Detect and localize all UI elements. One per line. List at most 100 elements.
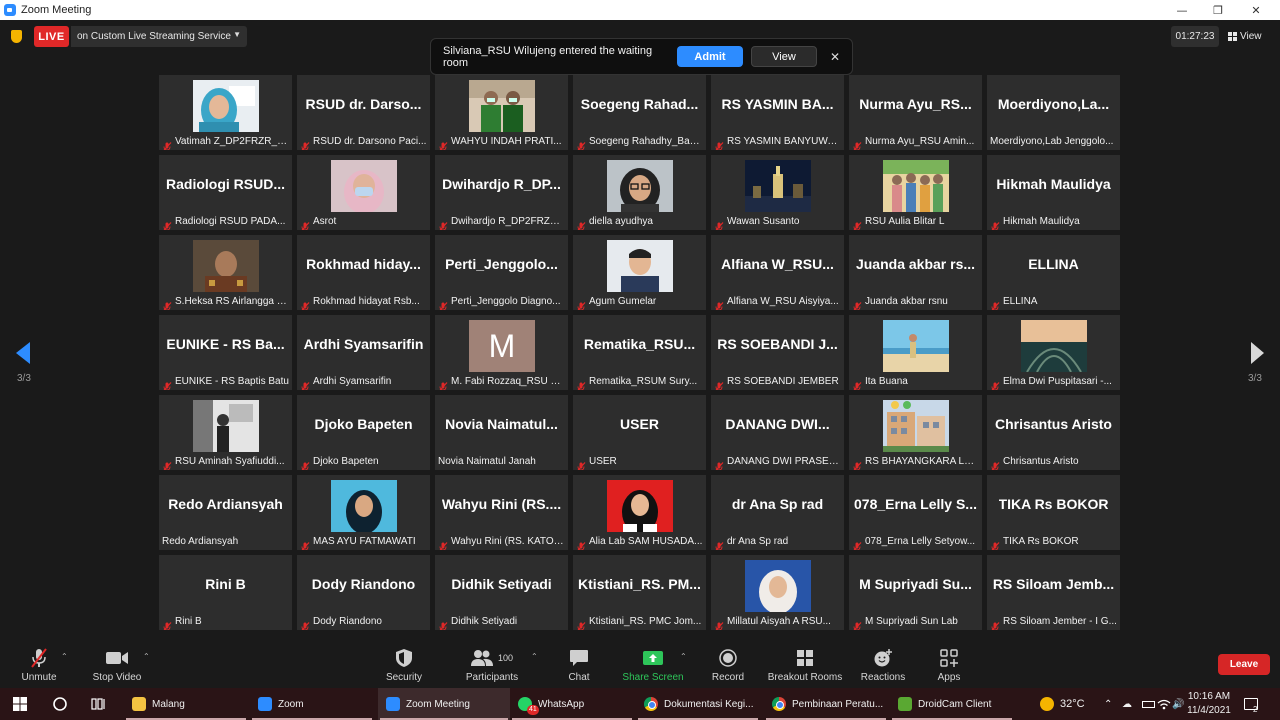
participant-tile[interactable]: RSU Aulia Blitar L <box>849 155 982 230</box>
reactions-button[interactable]: Reactions <box>858 640 908 688</box>
tray-chevron-icon[interactable]: ⌃ <box>1104 688 1112 720</box>
live-service-dropdown[interactable]: on Custom Live Streaming Service ▼ <box>71 26 247 47</box>
participant-display-name-text: Rokhmad hiday... <box>306 255 421 272</box>
participant-tile[interactable]: Rini B Rini B <box>159 555 292 630</box>
participant-tile[interactable]: Radiologi RSUD... Radiologi RSUD PADA... <box>159 155 292 230</box>
participant-tile[interactable]: TIKA Rs BOKOR TIKA Rs BOKOR <box>987 475 1120 550</box>
participant-tile[interactable]: Alia Lab SAM HUSADA... <box>573 475 706 550</box>
previous-page-arrow-icon[interactable] <box>16 342 30 364</box>
shield-icon[interactable] <box>11 30 22 43</box>
search-button[interactable] <box>44 688 76 720</box>
participant-tile[interactable]: Rematika_RSU... Rematika_RSUM Sury... <box>573 315 706 390</box>
taskbar-app[interactable]: 41 WhatsApp <box>510 688 634 720</box>
participant-tile[interactable]: MAS AYU FATMAWATI <box>297 475 430 550</box>
participant-tile[interactable]: Wahyu Rini (RS.... Wahyu Rini (RS. KATOL.… <box>435 475 568 550</box>
cloud-icon[interactable]: ☁ <box>1122 688 1132 720</box>
view-waiting-room-button[interactable]: View <box>751 46 817 67</box>
participant-tile[interactable]: EUNIKE - RS Ba... EUNIKE - RS Baptis Batu <box>159 315 292 390</box>
participant-tile[interactable]: M M. Fabi Rozzaq_RSU U... <box>435 315 568 390</box>
participant-tile[interactable]: Dwihardjo R_DP... Dwihardjo R_DP2FRZR... <box>435 155 568 230</box>
participant-tile[interactable]: DANANG DWI... DANANG DWI PRASET... <box>711 395 844 470</box>
start-button[interactable] <box>0 688 40 720</box>
waiting-room-text: Silviana_RSU Wilujeng entered the waitin… <box>443 44 653 69</box>
participant-tile[interactable]: 078_Erna Lelly S... 078_Erna Lelly Setyow… <box>849 475 982 550</box>
apps-button[interactable]: Apps <box>932 640 966 688</box>
muted-mic-icon <box>162 457 172 470</box>
participant-tile[interactable]: USER USER <box>573 395 706 470</box>
participant-tile[interactable]: Soegeng Rahad... Soegeng Rahadhy_Bap... <box>573 75 706 150</box>
participant-tile[interactable]: Asrot <box>297 155 430 230</box>
participant-tile[interactable]: Elma Dwi Puspitasari -... <box>987 315 1120 390</box>
participant-tile[interactable]: Perti_Jenggolo... Perti_Jenggolo Diagno..… <box>435 235 568 310</box>
participant-tile[interactable]: Hikmah Maulidya Hikmah Maulidya <box>987 155 1120 230</box>
security-label: Security <box>385 672 423 683</box>
unmute-button[interactable]: Unmute <box>14 640 64 688</box>
participant-tile[interactable]: RSUD dr. Darso... RSUD dr. Darsono Paci..… <box>297 75 430 150</box>
participants-options-caret-icon[interactable]: ⌃ <box>531 652 538 661</box>
battery-icon[interactable] <box>1142 688 1155 720</box>
participant-tile[interactable]: RS SOEBANDI J... RS SOEBANDI JEMBER <box>711 315 844 390</box>
leave-button[interactable]: Leave <box>1218 654 1270 675</box>
participant-tile[interactable]: WAHYU INDAH PRATI... <box>435 75 568 150</box>
taskbar-app[interactable]: Pembinaan Peratu... <box>764 688 888 720</box>
taskbar-app[interactable]: DroidCam Client <box>890 688 1014 720</box>
participant-tile[interactable]: Chrisantus Aristo Chrisantus Aristo <box>987 395 1120 470</box>
notification-center-button[interactable]: 2 <box>1244 688 1258 720</box>
participant-tile[interactable]: Rokhmad hiday... Rokhmad hidayat Rsb... <box>297 235 430 310</box>
minimize-button[interactable]: — <box>1164 0 1200 20</box>
participant-tile[interactable]: dr Ana Sp rad dr Ana Sp rad <box>711 475 844 550</box>
participant-tile[interactable]: Nurma Ayu_RS... Nurma Ayu_RSU Amin... <box>849 75 982 150</box>
participant-tile[interactable]: diella ayudhya <box>573 155 706 230</box>
taskbar-app[interactable]: Dokumentasi Kegi... <box>636 688 760 720</box>
participant-name-label: Alia Lab SAM HUSADA... <box>589 536 703 547</box>
chat-button[interactable]: Chat <box>560 640 598 688</box>
participant-tile[interactable]: RS BHAYANGKARA LU... <box>849 395 982 470</box>
admit-button[interactable]: Admit <box>677 46 743 67</box>
breakout-rooms-button[interactable]: Breakout Rooms <box>766 640 844 688</box>
participant-tile[interactable]: RS Siloam Jemb... RS Siloam Jember - I G.… <box>987 555 1120 630</box>
participant-tile[interactable]: Ardhi Syamsarifin Ardhi Syamsarifin <box>297 315 430 390</box>
taskbar-app[interactable]: Zoom Meeting <box>378 688 510 720</box>
participant-tile[interactable]: Millatul Aisyah A RSU... <box>711 555 844 630</box>
participant-tile[interactable]: M Supriyadi Su... M Supriyadi Sun Lab <box>849 555 982 630</box>
taskbar-clock[interactable]: 10:16 AM 11/4/2021 <box>1182 690 1236 718</box>
audio-options-caret-icon[interactable]: ⌃ <box>61 652 68 661</box>
task-view-button[interactable] <box>82 688 116 720</box>
participant-tile[interactable]: Agum Gumelar <box>573 235 706 310</box>
participant-tile[interactable]: Dody Riandono Dody Riandono <box>297 555 430 630</box>
view-button[interactable]: View <box>1228 26 1274 47</box>
participant-tile[interactable]: RS YASMIN BA... RS YASMIN BANYUWA... <box>711 75 844 150</box>
participant-tile[interactable]: Moerdiyono,La... Moerdiyono,Lab Jenggolo.… <box>987 75 1120 150</box>
share-options-caret-icon[interactable]: ⌃ <box>680 652 687 661</box>
participant-tile[interactable]: Alfiana W_RSU... Alfiana W_RSU Aisyiya... <box>711 235 844 310</box>
muted-mic-icon <box>714 217 724 230</box>
participant-tile[interactable]: Didhik Setiyadi Didhik Setiyadi <box>435 555 568 630</box>
security-button[interactable]: Security <box>380 640 428 688</box>
participant-display-name: ELLINA <box>987 235 1120 292</box>
stop-video-button[interactable]: Stop Video <box>88 640 146 688</box>
share-screen-button[interactable]: Share Screen <box>620 640 686 688</box>
participant-tile[interactable]: RSU Aminah Syafiuddi... <box>159 395 292 470</box>
weather-widget[interactable]: 32°C <box>1040 688 1085 720</box>
participants-button[interactable]: 100 Participants <box>462 640 522 688</box>
participant-tile[interactable]: S.Heksa RS Airlangga J... <box>159 235 292 310</box>
live-badge[interactable]: LIVE <box>34 26 69 47</box>
close-window-button[interactable]: ✕ <box>1238 0 1274 20</box>
participant-tile[interactable]: Juanda akbar rs... Juanda akbar rsnu <box>849 235 982 310</box>
video-options-caret-icon[interactable]: ⌃ <box>143 652 150 661</box>
participant-tile[interactable]: Djoko Bapeten Djoko Bapeten <box>297 395 430 470</box>
participant-tile[interactable]: Vatimah Z_DP2FRZR_BAP... <box>159 75 292 150</box>
participant-tile[interactable]: ELLINA ELLINA <box>987 235 1120 310</box>
participant-tile[interactable]: Ktistiani_RS. PM... Ktistiani_RS. PMC Jom… <box>573 555 706 630</box>
maximize-button[interactable]: ❐ <box>1200 0 1236 20</box>
close-icon[interactable]: ✕ <box>830 50 840 64</box>
record-button[interactable]: Record <box>706 640 750 688</box>
participant-tile[interactable]: Novia Naimatul... Novia Naimatul Janah <box>435 395 568 470</box>
wifi-icon[interactable] <box>1157 688 1171 720</box>
taskbar-app[interactable]: Zoom <box>250 688 374 720</box>
participant-tile[interactable]: Redo Ardiansyah Redo Ardiansyah <box>159 475 292 550</box>
next-page-arrow-icon[interactable] <box>1251 342 1264 364</box>
taskbar-app[interactable]: Malang <box>124 688 248 720</box>
participant-tile[interactable]: Ita Buana <box>849 315 982 390</box>
participant-tile[interactable]: Wawan Susanto <box>711 155 844 230</box>
